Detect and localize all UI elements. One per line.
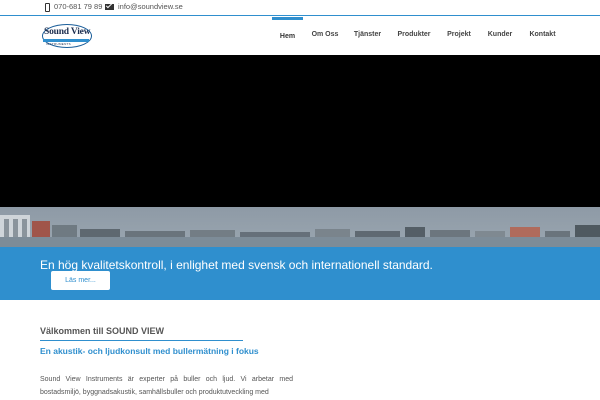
- nav-item-produkter[interactable]: Produkter: [395, 17, 433, 55]
- water: [0, 237, 600, 247]
- nav-item-tjanster[interactable]: Tjänster: [350, 17, 385, 55]
- welcome-subheading: En akustik- och ljudkonsult med bullermä…: [40, 346, 259, 356]
- email-contact[interactable]: info@soundview.se: [105, 2, 183, 12]
- read-more-button[interactable]: Läs mer...: [51, 271, 110, 290]
- city-skyline-image: [0, 207, 600, 247]
- site-header: Sound View INSTRUMENTS Hem Om Oss Tjänst…: [0, 17, 600, 55]
- welcome-heading: Välkommen till SOUND VIEW: [40, 326, 165, 336]
- phone-icon: [45, 2, 50, 12]
- nav-item-hem[interactable]: Hem: [272, 17, 303, 55]
- email-address: info@soundview.se: [118, 2, 183, 11]
- hero-tagline: En hög kvalitetskontroll, i enlighet med…: [40, 258, 433, 272]
- nav-item-kunder[interactable]: Kunder: [485, 17, 515, 55]
- mail-icon: [105, 4, 114, 10]
- hero-video-area: [0, 55, 600, 207]
- heading-divider: [40, 340, 243, 341]
- hero-banner: En hög kvalitetskontroll, i enlighet med…: [0, 247, 600, 300]
- main-nav: Hem Om Oss Tjänster Produkter Projekt Ku…: [0, 17, 600, 55]
- nav-item-kontakt[interactable]: Kontakt: [525, 17, 560, 55]
- phone-number: 070-681 79 89: [54, 2, 103, 11]
- welcome-body: Sound View Instruments är experter på bu…: [40, 376, 293, 396]
- top-contact-bar: 070-681 79 89 info@soundview.se: [0, 0, 600, 16]
- nav-item-om-oss[interactable]: Om Oss: [308, 17, 342, 55]
- nav-item-projekt[interactable]: Projekt: [443, 17, 475, 55]
- phone-contact[interactable]: 070-681 79 89: [45, 2, 102, 12]
